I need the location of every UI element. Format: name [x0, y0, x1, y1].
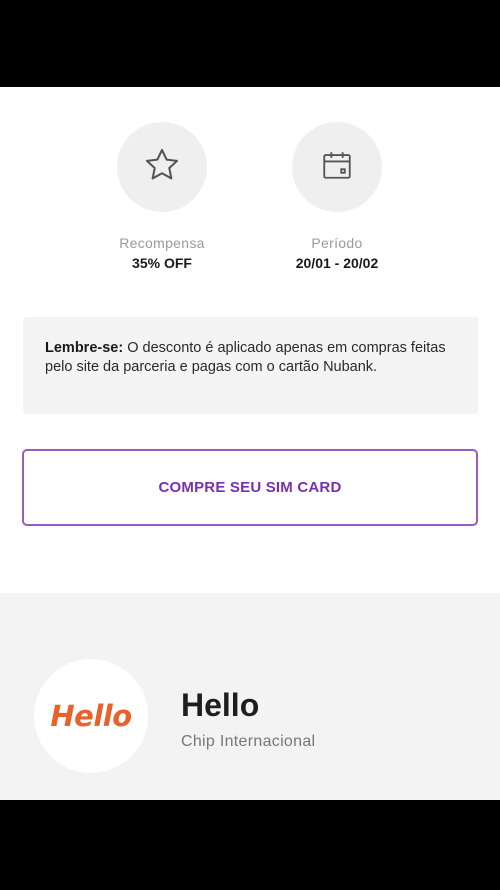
top-black-bar — [0, 0, 500, 87]
reminder-prefix: Lembre-se: — [45, 340, 124, 356]
partner-name[interactable]: Hello — [181, 687, 259, 724]
offer-screen: Recompensa 35% OFF Período 20/01 - 20/02… — [0, 87, 500, 800]
calendar-icon — [320, 148, 354, 187]
buy-sim-card-button[interactable]: COMPRE SEU SIM CARD — [22, 449, 478, 526]
reward-value: 35% OFF — [132, 255, 192, 271]
reward-label: Recompensa — [119, 235, 205, 251]
reminder-box: Lembre-se: O desconto é aplicado apenas … — [23, 317, 478, 414]
bottom-black-bar — [0, 800, 500, 890]
partner-subtitle: Chip Internacional — [181, 733, 316, 750]
period-icon-circle — [292, 122, 382, 212]
star-icon — [143, 146, 181, 189]
period-value: 20/01 - 20/02 — [295, 255, 379, 271]
partner-logo[interactable]: Hello — [34, 659, 148, 773]
partner-section: Hello Hello Chip Internacional — [0, 593, 500, 800]
partner-logo-text: Hello — [50, 699, 132, 733]
reward-icon-circle — [117, 122, 207, 212]
period-label: Período — [311, 235, 363, 251]
